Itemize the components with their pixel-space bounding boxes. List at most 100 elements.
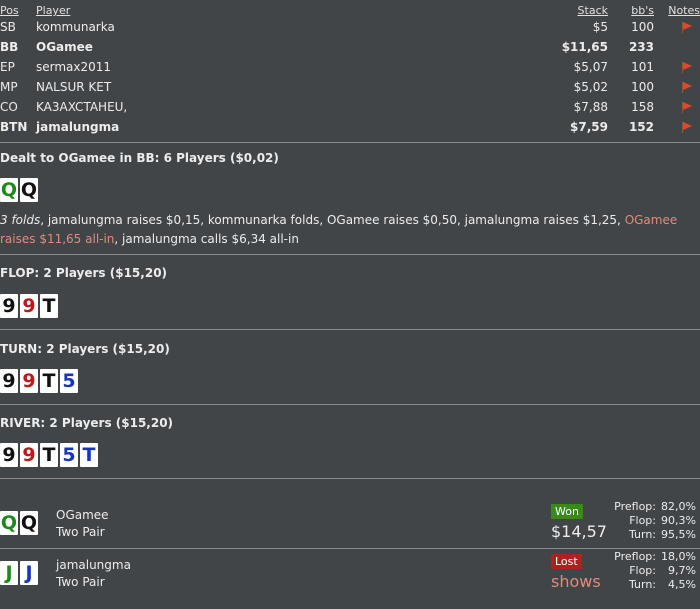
player-row: BTN jamalungma $7,59 152	[0, 118, 700, 138]
player-name[interactable]: KA3AXCTAHEU,	[36, 100, 127, 114]
player-position: MP	[0, 80, 18, 94]
equity-label: Preflop:	[614, 550, 656, 563]
playing-card: Q	[0, 511, 18, 535]
action-folds: 3 folds	[0, 213, 41, 227]
equity-value: 4,5%	[668, 578, 696, 591]
player-name[interactable]: jamalungma	[36, 120, 119, 134]
column-header-notes[interactable]: Notes	[668, 4, 700, 17]
player-bb: 152	[628, 120, 654, 134]
result-badge: Won	[551, 504, 583, 519]
divider	[0, 254, 700, 255]
equity-line: Flop: 9,7%	[600, 564, 700, 578]
playing-card: J	[0, 561, 18, 585]
equity-value: 90,3%	[661, 514, 696, 527]
result-hand: Two Pair	[56, 575, 105, 589]
playing-card: 9	[0, 443, 18, 467]
preflop-action: 3 folds, jamalungma raises $0,15, kommun…	[0, 211, 695, 249]
equity-line: Turn: 95,5%	[600, 528, 700, 542]
divider	[0, 548, 700, 549]
result-player-name[interactable]: jamalungma	[56, 558, 131, 572]
note-flag-icon[interactable]	[682, 22, 692, 33]
result-amount: $14,57	[551, 522, 607, 541]
result-hand: Two Pair	[56, 525, 105, 539]
playing-card: T	[40, 294, 58, 318]
equity-line: Flop: 90,3%	[600, 514, 700, 528]
playing-card: 9	[20, 369, 38, 393]
turn-title: TURN: 2 Players ($15,20)	[0, 342, 170, 356]
flag-cloth	[683, 62, 692, 70]
note-flag-icon[interactable]	[682, 82, 692, 93]
equity-value: 82,0%	[661, 500, 696, 513]
player-position: CO	[0, 100, 18, 114]
column-header-stack[interactable]: Stack	[578, 4, 608, 17]
playing-card: 9	[20, 294, 38, 318]
player-name[interactable]: sermax2011	[36, 60, 111, 74]
divider	[0, 142, 700, 143]
playing-card: 9	[0, 294, 18, 318]
equity-label: Turn:	[628, 528, 656, 541]
divider	[0, 478, 700, 479]
column-header-bb[interactable]: bb's	[631, 4, 654, 17]
player-position: BB	[0, 40, 19, 54]
column-header-player[interactable]: Player	[36, 4, 70, 17]
flag-cloth	[683, 102, 692, 110]
flag-cloth	[683, 122, 692, 130]
action-text: , jamalungma raises $0,15, kommunarka fo…	[40, 213, 625, 227]
equity-label: Turn:	[628, 578, 656, 591]
equity-line: Turn: 4,5%	[600, 578, 700, 592]
playing-card: Q	[20, 511, 38, 535]
result-row: J Jjamalungma Two Pair Lost shows Preflop: 18,…	[0, 550, 700, 598]
playing-card: T	[40, 443, 58, 467]
divider	[0, 404, 700, 405]
equity-value: 18,0%	[661, 550, 696, 563]
equity-label: Flop:	[629, 564, 656, 577]
player-name[interactable]: OGamee	[36, 40, 93, 54]
player-stack: $5	[592, 20, 608, 34]
player-row: MP NALSUR KET $5,02 100	[0, 78, 700, 98]
playing-card: 9	[0, 369, 18, 393]
player-stack: $5,07	[573, 60, 608, 74]
player-row: SB kommunarka $5 100	[0, 18, 700, 38]
flop-title: FLOP: 2 Players ($15,20)	[0, 266, 168, 280]
result-row: Q Q OGamee Two Pair Won $14,57 Preflop: 82,0% Fl…	[0, 500, 700, 548]
equity-value: 95,5%	[661, 528, 696, 541]
result-amount: shows	[551, 572, 601, 591]
equity-line: Preflop: 18,0%	[600, 550, 700, 564]
flag-cloth	[683, 82, 692, 90]
flag-cloth	[683, 22, 692, 30]
player-stack: $11,65	[561, 40, 608, 54]
player-bb: 101	[631, 60, 654, 74]
playing-card: Q	[20, 178, 38, 202]
playing-card: 5	[60, 369, 78, 393]
playing-card: J	[20, 561, 38, 585]
note-flag-icon[interactable]	[682, 122, 692, 133]
player-position: SB	[0, 20, 16, 34]
player-name[interactable]: kommunarka	[36, 20, 115, 34]
result-player-name[interactable]: OGamee	[56, 508, 109, 522]
river-title: RIVER: 2 Players ($15,20)	[0, 416, 174, 430]
player-stack: $7,59	[570, 120, 608, 134]
playing-card: 9	[20, 443, 38, 467]
player-stack: $5,02	[573, 80, 608, 94]
equity-line: Preflop: 82,0%	[600, 500, 700, 514]
divider	[0, 329, 700, 330]
player-row: BB OGamee $11,65 233	[0, 38, 700, 58]
result-badge: Lost	[551, 554, 582, 569]
note-flag-icon[interactable]	[682, 62, 692, 73]
playing-card: 5	[60, 443, 78, 467]
note-flag-icon[interactable]	[682, 102, 692, 113]
preflop-title: Dealt to OGamee in BB: 6 Players ($0,02)	[0, 151, 279, 165]
player-row: EP sermax2011 $5,07 101	[0, 58, 700, 78]
player-bb: 233	[628, 40, 654, 54]
player-stack: $7,88	[573, 100, 608, 114]
player-bb: 100	[631, 20, 654, 34]
player-row: CO KA3AXCTAHEU, $7,88 158	[0, 98, 700, 118]
playing-card: T	[40, 369, 58, 393]
player-bb: 100	[631, 80, 654, 94]
player-name[interactable]: NALSUR KET	[36, 80, 111, 94]
playing-card: Q	[0, 178, 18, 202]
action-text-end: , jamalungma calls $6,34 all-in	[114, 232, 299, 246]
column-header-pos[interactable]: Pos	[0, 4, 19, 17]
equity-label: Flop:	[629, 514, 656, 527]
player-bb: 158	[631, 100, 654, 114]
